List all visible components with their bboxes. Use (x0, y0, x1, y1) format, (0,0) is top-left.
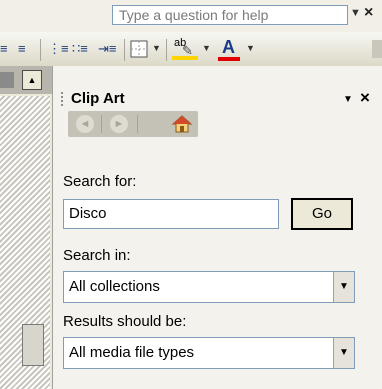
search-in-value: All collections (69, 278, 160, 295)
borders-icon[interactable] (130, 40, 148, 58)
numbering-icon[interactable]: ⋮≡ (48, 40, 69, 58)
search-in-select[interactable]: All collections ▼ (63, 271, 355, 303)
back-arrow-icon[interactable]: ◄ (76, 115, 94, 133)
results-select[interactable]: All media file types ▼ (63, 337, 355, 369)
distributed-icon[interactable]: ≡ (18, 40, 26, 58)
scrollbar-thumb[interactable] (22, 324, 44, 366)
pane-grip[interactable] (61, 92, 66, 106)
toolbar-separator (166, 39, 167, 61)
toolbar-separator (40, 39, 41, 61)
chevron-down-icon[interactable]: ▼ (333, 272, 354, 302)
font-color-label: A (222, 37, 235, 57)
pane-title: Clip Art (71, 90, 125, 107)
forward-arrow-icon[interactable]: ► (110, 115, 128, 133)
chevron-down-icon[interactable]: ▼ (152, 43, 161, 53)
chevron-down-icon[interactable]: ▼ (202, 43, 211, 53)
chevron-down-icon[interactable]: ▼ (333, 338, 354, 368)
toolbar-separator (124, 39, 125, 61)
menu-bar: Type a question for help ▼ × (0, 0, 382, 32)
pane-close-icon[interactable]: × (360, 88, 370, 108)
results-label: Results should be: (63, 313, 187, 330)
bullets-icon[interactable]: ∷≡ (72, 40, 88, 58)
font-color-icon[interactable]: A (218, 37, 240, 61)
formatting-toolbar: ≡ ≡ ⋮≡ ∷≡ ⇥≡ ▼ ab ✎ ▼ A ▼ (0, 32, 382, 66)
ask-question-box[interactable]: Type a question for help (112, 5, 348, 25)
results-value: All media file types (69, 344, 195, 361)
pane-navigation: ◄ ► (68, 111, 198, 137)
chevron-down-icon[interactable]: ▼ (350, 7, 361, 19)
search-input[interactable]: Disco (63, 199, 279, 229)
close-icon[interactable]: × (364, 4, 373, 22)
scroll-up-arrow-icon[interactable]: ▲ (22, 70, 42, 90)
nav-separator (137, 115, 138, 133)
chevron-down-icon[interactable]: ▼ (246, 43, 255, 53)
go-button[interactable]: Go (291, 198, 353, 230)
home-icon[interactable] (171, 114, 193, 134)
nav-separator (101, 115, 102, 133)
highlight-icon[interactable]: ab ✎ (172, 37, 198, 60)
toolbar-options-icon[interactable] (372, 40, 382, 58)
pane-menu-chevron-down-icon[interactable]: ▼ (343, 94, 353, 105)
increase-indent-icon[interactable]: ⇥≡ (98, 40, 116, 58)
search-for-label: Search for: (63, 173, 137, 190)
align-justify-icon[interactable]: ≡ (0, 40, 8, 58)
search-in-label: Search in: (63, 247, 131, 264)
clip-art-task-pane: Clip Art ▼ × ◄ ► Search for: Disco Go Se… (52, 66, 382, 389)
